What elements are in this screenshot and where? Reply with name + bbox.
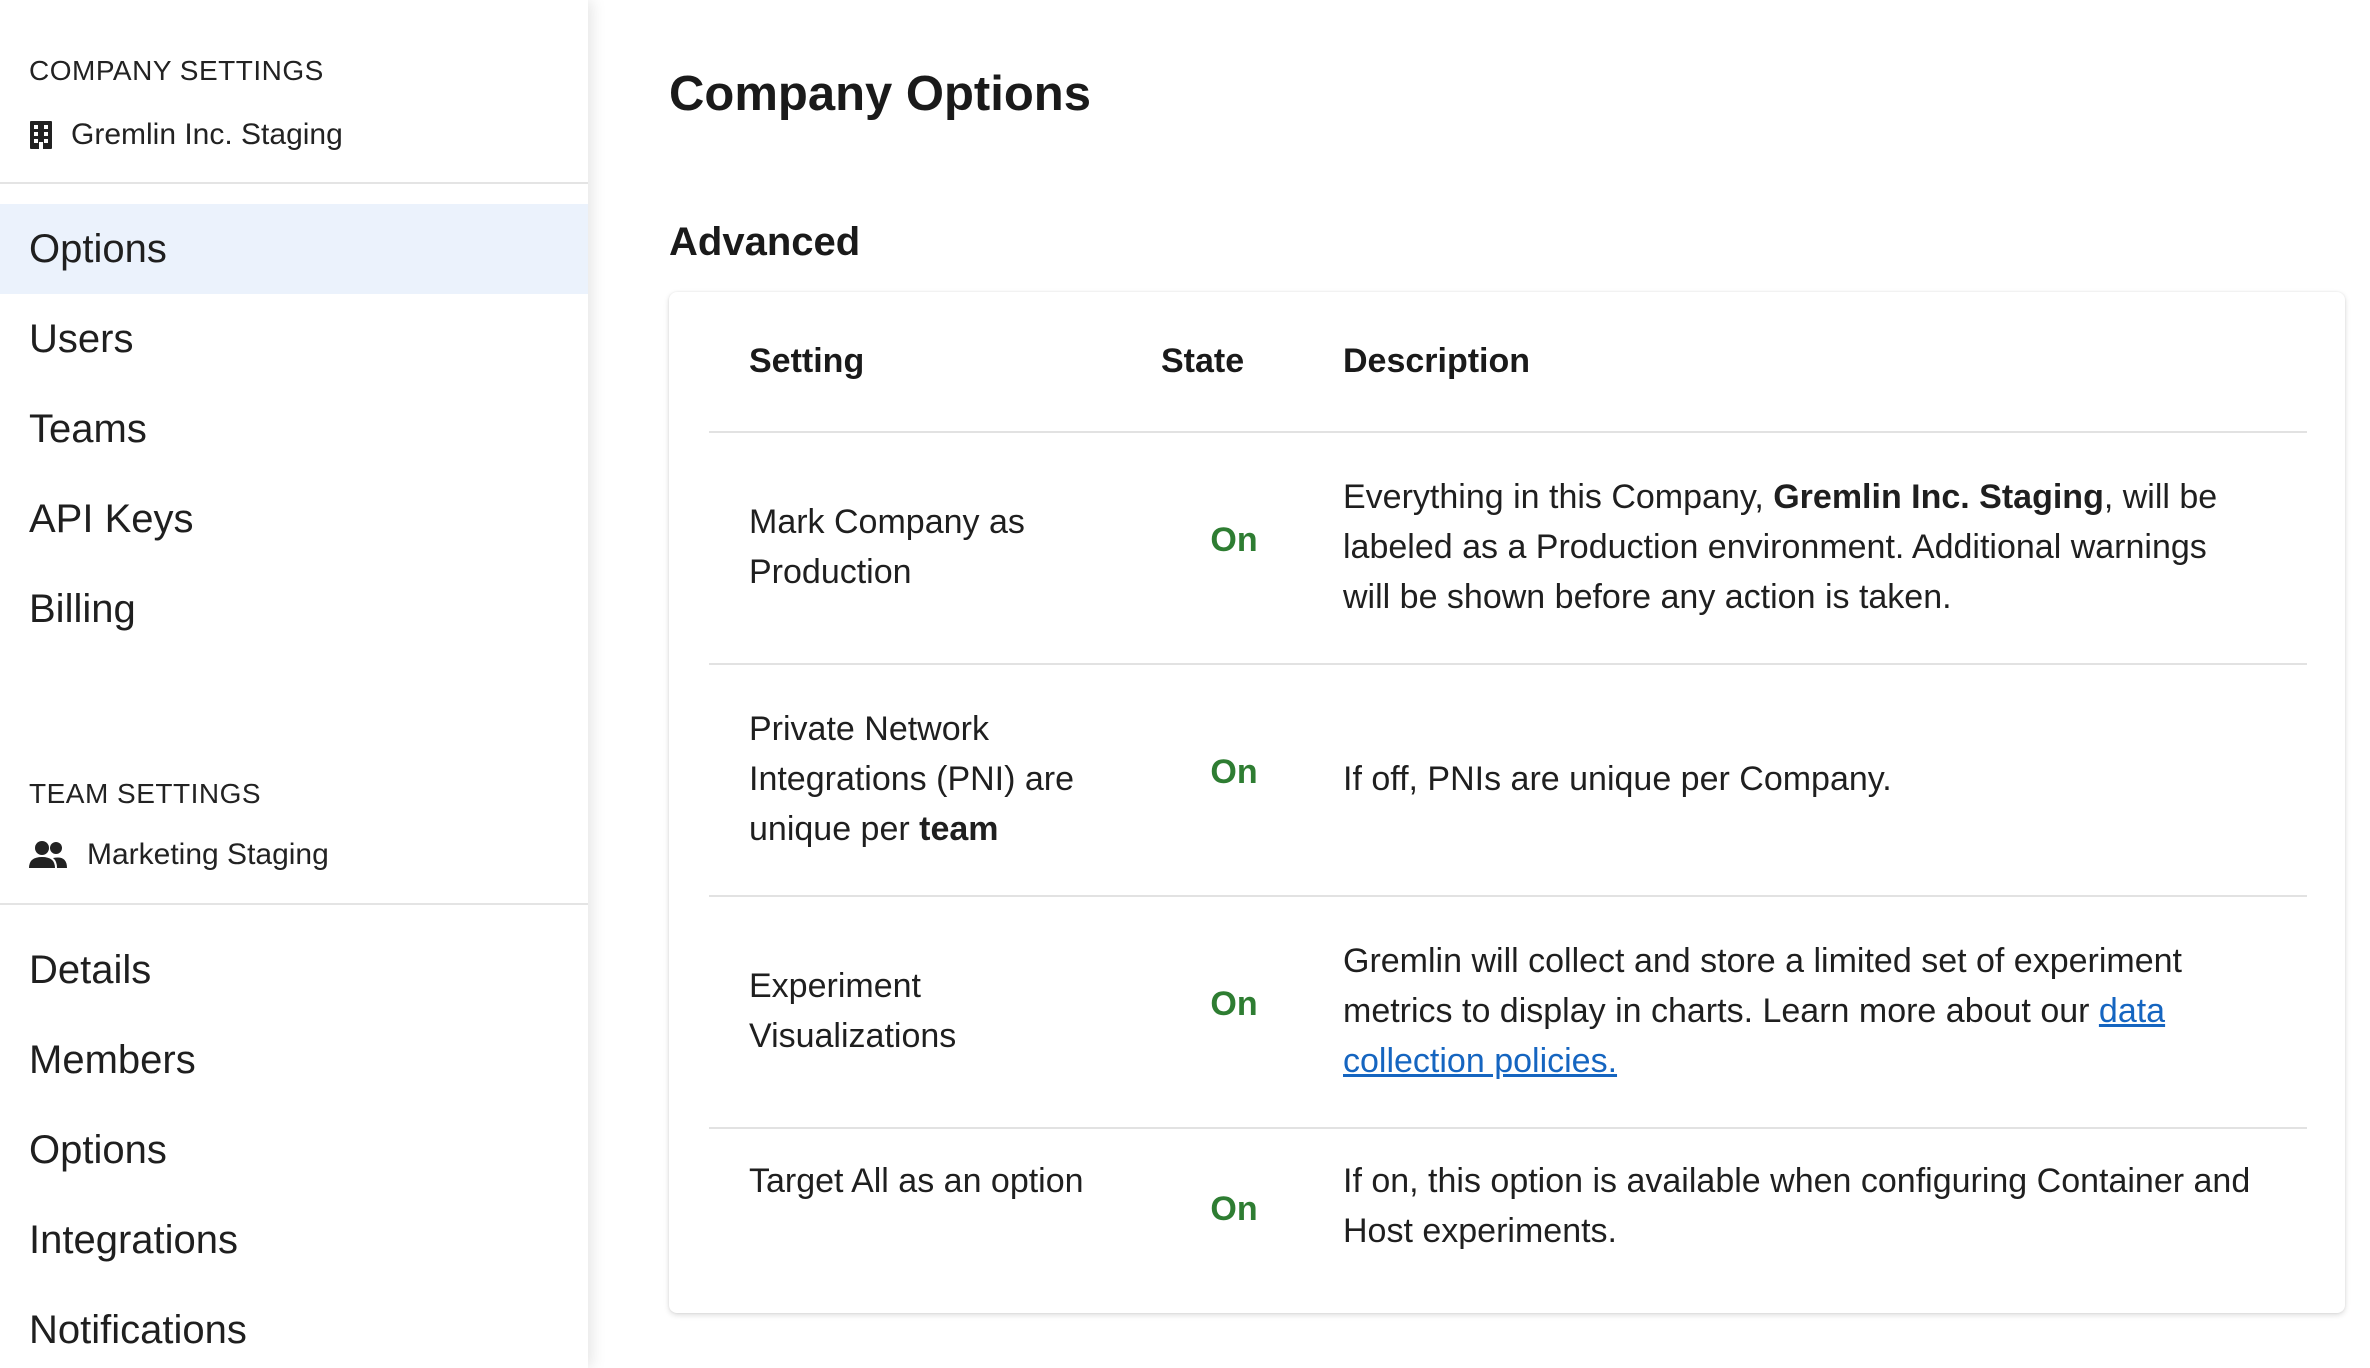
building-icon xyxy=(29,120,53,150)
column-header-state: State xyxy=(1161,342,1245,380)
section-title-advanced: Advanced xyxy=(669,220,861,264)
setting-label: Target All as an option xyxy=(749,1162,1084,1200)
sidebar: COMPANY SETTINGS Gremlin Inc. Staging Op… xyxy=(0,0,588,1368)
setting-description: If off, PNIs are unique per Company. xyxy=(1343,760,1892,798)
setting-description: Gremlin will collect and store a limited… xyxy=(1343,942,2182,1080)
sidebar-divider xyxy=(0,182,588,184)
column-header-setting: Setting xyxy=(749,342,865,380)
sidebar-item-notifications[interactable]: Notifications xyxy=(0,1285,588,1368)
setting-description: If on, this option is available when con… xyxy=(1343,1162,2251,1250)
options-table-card: Setting State Description Mark Company a… xyxy=(669,292,2345,1313)
state-on[interactable]: On xyxy=(1139,753,1329,792)
column-header-description: Description xyxy=(1343,342,1531,380)
team-name-row: Marketing Staging xyxy=(29,838,329,872)
state-on[interactable]: On xyxy=(1139,1190,1329,1229)
setting-label: Private Network Integrations (PNI) are u… xyxy=(749,710,1075,848)
sidebar-item-details[interactable]: Details xyxy=(0,925,588,1015)
sidebar-divider xyxy=(0,903,588,905)
sidebar-item-billing[interactable]: Billing xyxy=(0,564,588,654)
sidebar-item-teams[interactable]: Teams xyxy=(0,384,588,474)
state-on[interactable]: On xyxy=(1139,985,1329,1024)
setting-description: Everything in this Company, Gremlin Inc.… xyxy=(1343,478,2218,616)
sidebar-item-team-options[interactable]: Options xyxy=(0,1105,588,1195)
page-title: Company Options xyxy=(669,67,1091,121)
sidebar-item-integrations[interactable]: Integrations xyxy=(0,1195,588,1285)
company-name-row: Gremlin Inc. Staging xyxy=(29,118,343,152)
sidebar-item-api-keys[interactable]: API Keys xyxy=(0,474,588,564)
team-name: Marketing Staging xyxy=(87,838,329,871)
company-name: Gremlin Inc. Staging xyxy=(71,118,343,151)
sidebar-item-members[interactable]: Members xyxy=(0,1015,588,1105)
company-settings-heading: COMPANY SETTINGS xyxy=(29,55,324,86)
table-row-experiment-visualizations: Experiment Visualizations On Gremlin wil… xyxy=(669,897,2345,1127)
state-on[interactable]: On xyxy=(1139,521,1329,560)
team-settings-heading: TEAM SETTINGS xyxy=(29,778,262,809)
table-row-target-all: Target All as an option On If on, this o… xyxy=(669,1129,2345,1313)
setting-label: Experiment Visualizations xyxy=(749,967,957,1055)
table-row-mark-production: Mark Company as Production On Everything… xyxy=(669,433,2345,663)
people-icon xyxy=(29,840,67,870)
table-row-pni-unique: Private Network Integrations (PNI) are u… xyxy=(669,665,2345,895)
sidebar-item-users[interactable]: Users xyxy=(0,294,588,384)
sidebar-item-company-options[interactable]: Options xyxy=(0,204,588,294)
setting-label: Mark Company as Production xyxy=(749,503,1025,591)
